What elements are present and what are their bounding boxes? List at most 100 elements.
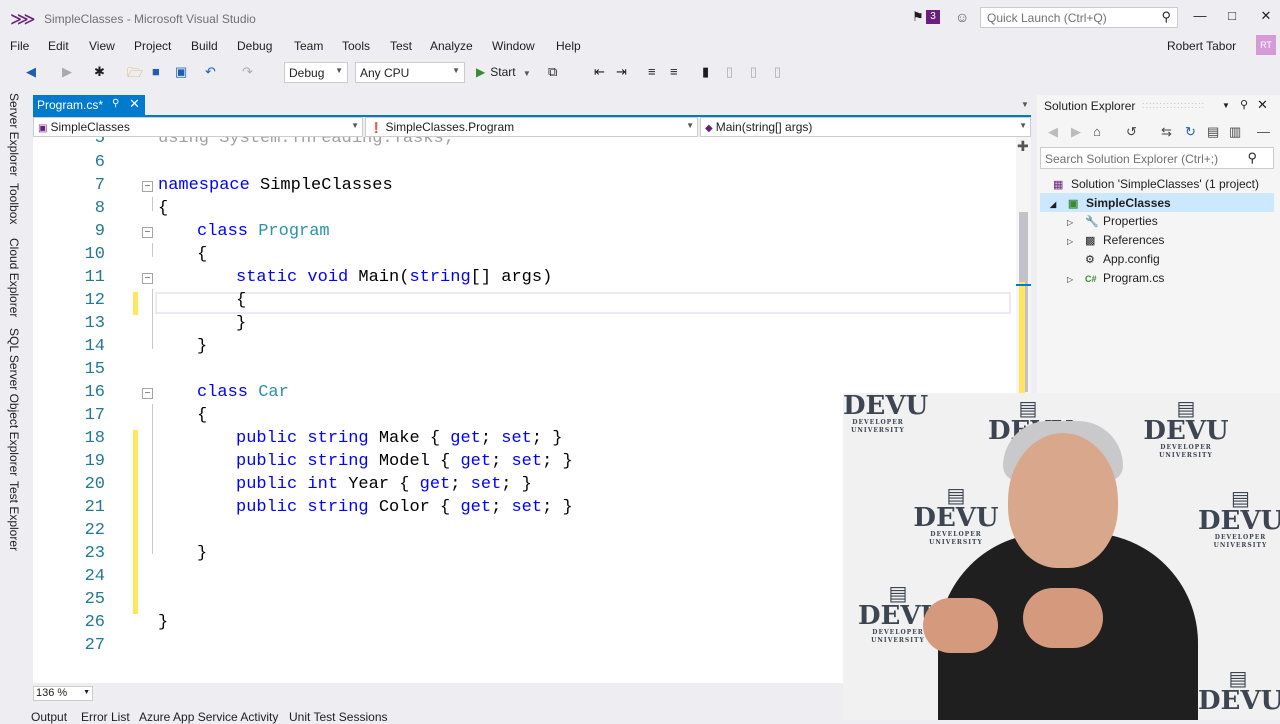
close-icon[interactable]: ✕ <box>1257 97 1268 113</box>
menu-debug[interactable]: Debug <box>237 39 272 53</box>
tree-item-references[interactable]: ▷ ▩ References <box>1067 233 1164 247</box>
user-name[interactable]: Robert Tabor <box>1167 39 1236 53</box>
tab-error-list[interactable]: Error List <box>81 710 130 724</box>
chevron-down-icon[interactable]: ▼ <box>1222 101 1230 110</box>
tree-item-solution[interactable]: ▦ Solution 'SimpleClasses' (1 project) <box>1053 177 1259 191</box>
chevron-down-icon: ▼ <box>335 66 343 75</box>
menu-team[interactable]: Team <box>294 39 323 53</box>
minimize-button[interactable]: — <box>1188 8 1212 28</box>
avatar[interactable]: RT <box>1256 35 1276 55</box>
solution-search-input[interactable]: Search Solution Explorer (Ctrl+;) ⚲ <box>1040 147 1274 169</box>
bookmark-icon[interactable]: ▮ <box>702 64 709 80</box>
start-button[interactable]: ▶ Start ▼ <box>476 65 531 79</box>
collapse-toggle[interactable]: − <box>142 181 153 192</box>
menu-project[interactable]: Project <box>134 39 171 53</box>
tab-unit-test-sessions[interactable]: Unit Test Sessions <box>289 710 388 724</box>
redo-icon[interactable]: ↷ <box>242 64 253 80</box>
menu-help[interactable]: Help <box>556 39 581 53</box>
close-icon[interactable]: ✕ <box>129 96 140 112</box>
menu-window[interactable]: Window <box>492 39 535 53</box>
notifications-flag-icon[interactable]: ⚑ <box>912 9 924 25</box>
tree-item-project[interactable]: ◢ ▣ SimpleClasses <box>1050 196 1171 210</box>
line-number: 8 <box>94 199 105 218</box>
expanded-arrow-icon[interactable]: ◢ <box>1050 200 1064 209</box>
save-icon[interactable]: ■ <box>152 64 160 79</box>
refresh-icon[interactable]: ↻ <box>1185 124 1196 140</box>
tab-azure-app-service-activity[interactable]: Azure App Service Activity <box>139 710 278 724</box>
menu-build[interactable]: Build <box>191 39 218 53</box>
collapsed-arrow-icon[interactable]: ▷ <box>1067 218 1081 227</box>
server-explorer-tab[interactable]: Server Explorer <box>7 93 21 176</box>
properties-icon[interactable]: — <box>1257 124 1270 139</box>
cloud-explorer-tab[interactable]: Cloud Explorer <box>7 238 21 317</box>
pin-icon[interactable]: ⚲ <box>1240 98 1248 111</box>
tree-item-program-cs[interactable]: ▷ C# Program.cs <box>1067 271 1164 285</box>
change-map-marker <box>1019 282 1025 397</box>
tab-list-chevron-icon[interactable]: ▼ <box>1021 100 1029 109</box>
zoom-select[interactable]: 136 % ▼ <box>33 686 93 701</box>
split-editor-icon[interactable]: ✚ <box>1017 138 1029 155</box>
close-window-button[interactable]: ✕ <box>1254 8 1278 28</box>
grip-dots[interactable]: :::::::::::::::::: <box>1142 100 1205 110</box>
collapse-all-icon[interactable]: ▤ <box>1207 124 1219 140</box>
chevron-down-icon: ▼ <box>1019 121 1027 130</box>
configuration-select[interactable]: Debug ▼ <box>284 62 348 83</box>
collapsed-arrow-icon[interactable]: ▷ <box>1067 275 1081 284</box>
show-all-files-icon[interactable]: ▥ <box>1229 124 1241 140</box>
forward-arrow-icon[interactable]: ▶ <box>1071 124 1081 140</box>
test-explorer-tab[interactable]: Test Explorer <box>7 481 21 551</box>
menu-analyze[interactable]: Analyze <box>430 39 473 53</box>
tab-program-cs[interactable]: Program.cs* ⚲ ✕ <box>33 95 145 115</box>
platform-select[interactable]: Any CPU ▼ <box>355 62 465 83</box>
tree-item-properties[interactable]: ▷ 🔧 Properties <box>1067 214 1158 228</box>
comment-out-icon[interactable]: ≡ <box>648 64 656 79</box>
clear-bookmarks-icon[interactable]: ▯ <box>774 64 781 80</box>
tree-item-app-config[interactable]: ⚙ App.config <box>1085 252 1160 266</box>
code-line: } <box>197 337 208 356</box>
sql-server-object-explorer-tab[interactable]: SQL Server Object Explorer <box>7 328 21 476</box>
toolbox-tab[interactable]: Toolbox <box>7 183 21 224</box>
line-number: 9 <box>94 222 105 241</box>
tab-output[interactable]: Output <box>31 710 67 724</box>
undo-icon[interactable]: ↶ <box>205 64 216 80</box>
step-into-icon[interactable]: ⇤ <box>594 64 605 80</box>
home-icon[interactable]: ⌂ <box>1093 124 1101 139</box>
sync-icon[interactable]: ⇆ <box>1161 124 1172 140</box>
menu-test[interactable]: Test <box>390 39 412 53</box>
line-number: 27 <box>84 636 105 655</box>
config-file-icon: ⚙ <box>1085 254 1095 266</box>
collapse-toggle[interactable]: − <box>142 227 153 238</box>
back-arrow-icon[interactable]: ◀ <box>1048 124 1058 140</box>
quick-launch-input[interactable]: Quick Launch (Ctrl+Q) ⚲ <box>980 7 1178 28</box>
notification-count-badge[interactable]: 3 <box>926 10 940 24</box>
prev-bookmark-icon[interactable]: ▯ <box>726 64 733 80</box>
feedback-icon[interactable]: ☺ <box>955 9 969 25</box>
menu-edit[interactable]: Edit <box>48 39 69 53</box>
back-arrow-icon[interactable]: ◀ <box>26 64 36 80</box>
member-nav-dropdown[interactable]: ◆ Main(string[] args) ▼ <box>700 117 1031 137</box>
browser-link-icon[interactable]: ⧉ <box>548 64 557 80</box>
open-folder-icon[interactable]: 🗁 <box>127 64 143 86</box>
menu-file[interactable]: File <box>10 39 29 53</box>
project-nav-dropdown[interactable]: ▣ SimpleClasses ▼ <box>33 117 363 137</box>
history-icon[interactable]: ↺ <box>1126 124 1137 140</box>
devu-mark-icon: ▤ <box>1231 486 1250 510</box>
type-nav-dropdown[interactable]: ❗ SimpleClasses.Program ▼ <box>365 117 698 137</box>
maximize-button[interactable]: □ <box>1220 8 1244 28</box>
menu-view[interactable]: View <box>89 39 115 53</box>
new-project-icon[interactable]: ✱ <box>94 64 105 80</box>
presenter-head <box>1008 433 1118 568</box>
forward-arrow-icon[interactable]: ▶ <box>62 64 72 80</box>
save-all-icon[interactable]: ▣ <box>175 64 187 80</box>
devu-logo: ▤ DEVU DEVELOPER UNIVERSITY <box>911 485 1001 547</box>
uncomment-icon[interactable]: ≡ <box>670 64 678 79</box>
collapsed-arrow-icon[interactable]: ▷ <box>1067 237 1081 246</box>
collapse-toggle[interactable]: − <box>142 273 153 284</box>
line-number: 22 <box>84 521 105 540</box>
code-line: using System.Threading.Tasks; <box>158 137 454 148</box>
pin-icon[interactable]: ⚲ <box>112 98 119 109</box>
next-bookmark-icon[interactable]: ▯ <box>750 64 757 80</box>
menu-tools[interactable]: Tools <box>342 39 370 53</box>
step-over-icon[interactable]: ⇥ <box>616 64 627 80</box>
collapse-toggle[interactable]: − <box>142 388 153 399</box>
